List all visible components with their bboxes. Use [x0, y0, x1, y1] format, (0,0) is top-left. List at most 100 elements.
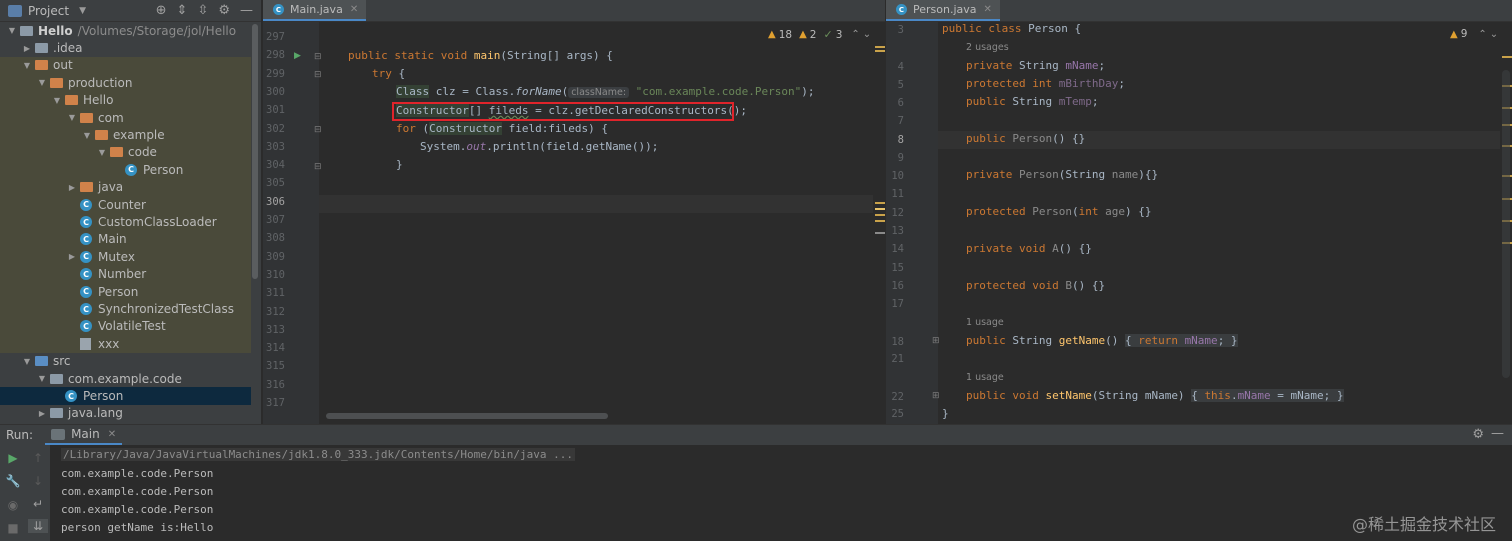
chevron-down-icon[interactable]: ▼	[96, 148, 108, 157]
minimize-icon[interactable]: —	[1491, 426, 1504, 441]
tree-item[interactable]: ▼ out	[0, 56, 251, 75]
run-panel-header: Run: Main ✕ ⚙ —	[0, 425, 1512, 445]
error-stripe-mark[interactable]	[875, 220, 885, 222]
chevron-down-icon[interactable]: ▼	[66, 113, 78, 122]
tree-item[interactable]: ▶ C Mutex	[0, 248, 251, 266]
chevron-down-icon[interactable]: ▼	[79, 6, 86, 16]
chevron-down-icon[interactable]: ▼	[6, 26, 18, 35]
tree-item[interactable]: C SynchronizedTestClass	[0, 300, 251, 318]
error-stripe-mark[interactable]	[875, 208, 885, 210]
horizontal-scrollbar[interactable]	[326, 413, 608, 419]
tree-item[interactable]: C Person	[0, 161, 251, 179]
fold-icon[interactable]: ⊞	[932, 336, 940, 346]
tree-item[interactable]: ▶ java.lang	[0, 405, 251, 422]
fold-icon[interactable]: ⊞	[932, 391, 940, 401]
error-stripe-mark[interactable]	[875, 202, 885, 204]
close-icon[interactable]: ✕	[984, 4, 992, 15]
tree-item[interactable]: C VolatileTest	[0, 317, 251, 336]
tree-item[interactable]: xxx	[0, 335, 251, 353]
project-scrollbar[interactable]	[252, 24, 258, 279]
code-line-18: public String getName() { return mName; …	[966, 334, 1238, 347]
chevron-right-icon[interactable]: ▶	[66, 183, 78, 192]
tree-item[interactable]: ▼ example	[0, 126, 251, 144]
error-stripe-mark[interactable]	[875, 50, 885, 52]
tree-item[interactable]: ▼ src	[0, 353, 251, 370]
chevron-down-icon[interactable]: ▼	[36, 374, 48, 383]
project-panel-header: Project ▼ ⊕ ⇕ ⇳ ⚙ —	[0, 0, 261, 22]
tree-item[interactable]: ▶ java	[0, 178, 251, 196]
parameter-hint: className:	[568, 87, 630, 98]
wrench-icon[interactable]: 🔧	[3, 474, 23, 488]
gear-icon[interactable]: ⚙	[1472, 427, 1484, 442]
chevron-down-icon[interactable]: ▼	[51, 96, 63, 105]
line-number: 303	[266, 140, 285, 153]
run-tab-main[interactable]: Main ✕	[45, 425, 123, 445]
chevron-up-icon[interactable]: ⌃	[1478, 29, 1486, 40]
inspection-widget[interactable]: ▲ 9 ⌃ ⌄	[1450, 28, 1498, 40]
rerun-icon[interactable]: ▶	[3, 451, 23, 465]
tree-item[interactable]: C Person	[0, 387, 251, 405]
folder-icon	[50, 408, 63, 419]
line-number: 6	[897, 97, 904, 109]
vertical-scrollbar[interactable]	[1502, 70, 1510, 378]
collapse-all-icon[interactable]: ⇳	[197, 3, 208, 18]
chevron-right-icon[interactable]: ▶	[36, 409, 48, 418]
arrow-up-icon[interactable]: ↑	[28, 451, 48, 465]
fold-icon[interactable]: ⊟	[314, 125, 322, 135]
fold-icon[interactable]: ⊟	[314, 52, 322, 62]
tree-item[interactable]: C Main	[0, 230, 251, 249]
error-stripe-mark[interactable]	[1502, 56, 1512, 58]
chevron-right-icon[interactable]: ▶	[66, 252, 78, 261]
usage-hint[interactable]: 1 usage	[966, 372, 1004, 383]
tree-item[interactable]: C Number	[0, 265, 251, 283]
chevron-down-icon[interactable]: ▼	[21, 61, 33, 70]
locate-icon[interactable]: ⊕	[156, 3, 167, 18]
chevron-down-icon[interactable]: ⌄	[1490, 29, 1498, 40]
left-editor[interactable]: 297 298 299 300 301 302 303 304 305 306 307 308 309 3…	[263, 22, 885, 424]
inspection-widget[interactable]: ▲ 18 ▲ 2 ✓ 3 ⌃ ⌄	[768, 28, 871, 41]
error-stripe-mark[interactable]	[875, 46, 885, 48]
soft-wrap-icon[interactable]: ↵	[28, 497, 48, 511]
fold-icon[interactable]: ⊟	[314, 162, 322, 172]
chevron-down-icon[interactable]: ▼	[36, 78, 48, 87]
console-line: com.example.code.Person	[61, 503, 214, 516]
tree-item[interactable]: ▼ production	[0, 74, 251, 92]
tree-item[interactable]: ▼ Hello	[0, 91, 251, 109]
tree-item[interactable]: C Person	[0, 283, 251, 301]
close-icon[interactable]: ✕	[350, 4, 358, 15]
tab-person-java[interactable]: C Person.java ✕	[886, 0, 1000, 21]
tree-item[interactable]: C Counter	[0, 196, 251, 214]
right-editor[interactable]: 3 4 5 6 7 8 9 10 11 12 13 14 15 16 17 18 21 22 25 ⊞ ⊞ publ…	[886, 22, 1512, 424]
tree-item[interactable]: ▶ .idea	[0, 39, 251, 56]
chevron-down-icon[interactable]: ▼	[21, 357, 33, 366]
tree-item[interactable]: ▼ com.example.code	[0, 370, 251, 387]
chevron-down-icon[interactable]: ▼	[81, 131, 93, 140]
tree-item-label: code	[128, 145, 157, 160]
fold-icon[interactable]: ⊟	[314, 70, 322, 80]
error-stripe-mark[interactable]	[875, 214, 885, 216]
camera-icon[interactable]: ◉	[3, 498, 23, 512]
tree-item[interactable]: ▼ code	[0, 143, 251, 162]
stop-icon[interactable]: ■	[3, 521, 23, 535]
line-number: 3	[897, 24, 904, 36]
arrow-down-icon[interactable]: ↓	[28, 474, 48, 488]
tree-item[interactable]: ▼ com	[0, 109, 251, 127]
line-number: 17	[891, 298, 904, 310]
expand-all-icon[interactable]: ⇕	[177, 3, 188, 18]
scroll-to-end-icon[interactable]: ⇊	[28, 519, 48, 533]
usage-hint[interactable]: 2 usages	[966, 42, 1009, 53]
tree-item[interactable]: ▼ Hello/Volumes/Storage/jol/Hello	[0, 22, 251, 39]
chevron-up-icon[interactable]: ⌃	[851, 29, 859, 40]
chevron-down-icon[interactable]: ⌄	[863, 29, 871, 40]
project-panel-title[interactable]: Project	[28, 4, 69, 18]
error-stripe-mark[interactable]	[875, 232, 885, 234]
minimize-icon[interactable]: —	[240, 3, 253, 18]
chevron-right-icon[interactable]: ▶	[21, 44, 33, 53]
gear-icon[interactable]: ⚙	[218, 3, 230, 18]
close-icon[interactable]: ✕	[108, 429, 116, 440]
tab-main-java[interactable]: C Main.java ✕	[263, 0, 367, 21]
console-output[interactable]: /Library/Java/JavaVirtualMachines/jdk1.8…	[50, 445, 1512, 541]
usage-hint[interactable]: 1 usage	[966, 317, 1004, 328]
run-gutter-icon[interactable]: ▶	[294, 51, 301, 61]
tree-item[interactable]: C CustomClassLoader	[0, 213, 251, 231]
